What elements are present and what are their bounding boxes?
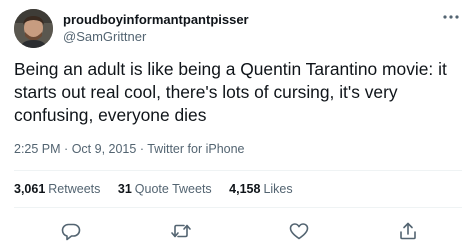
retweets-stat[interactable]: 3,061 Retweets [14,181,100,197]
divider [14,207,462,208]
tweet-time[interactable]: 2:25 PM [14,142,61,156]
likes-count: 4,158 [229,182,261,196]
meta-separator: · [139,142,144,156]
tweet-source[interactable]: Twitter for iPhone [147,142,244,156]
avatar-image [14,9,53,48]
display-name[interactable]: proudboyinformantpantpisser [63,12,249,28]
reply-icon[interactable] [60,220,82,242]
tweet-text: Being an adult is like being a Quentin T… [14,59,447,125]
tweet-meta: 2:25 PM · Oct 9, 2015 · Twitter for iPho… [14,141,245,157]
quote-tweets-label: Quote Tweets [134,182,212,196]
divider [14,170,462,171]
share-icon[interactable] [397,220,419,242]
likes-label: Likes [263,182,293,196]
retweet-icon[interactable] [170,220,192,242]
retweets-count: 3,061 [14,182,46,196]
tweet-header: proudboyinformantpantpisser @SamGrittner [14,8,460,48]
more-icon[interactable] [442,10,460,24]
author-names: proudboyinformantpantpisser @SamGrittner [63,12,249,45]
quote-tweets-stat[interactable]: 31 Quote Tweets [118,181,212,197]
avatar[interactable] [14,9,53,48]
retweets-label: Retweets [48,182,101,196]
tweet-date[interactable]: Oct 9, 2015 [72,142,137,156]
tweet-stats: 3,061 Retweets 31 Quote Tweets 4,158 Likes [14,181,307,197]
likes-stat[interactable]: 4,158 Likes [229,181,292,197]
quote-tweets-count: 31 [117,182,132,196]
meta-separator: · [64,142,69,156]
heart-icon[interactable] [288,220,310,242]
tweet-actions [0,216,474,246]
user-handle[interactable]: @SamGrittner [63,29,249,45]
